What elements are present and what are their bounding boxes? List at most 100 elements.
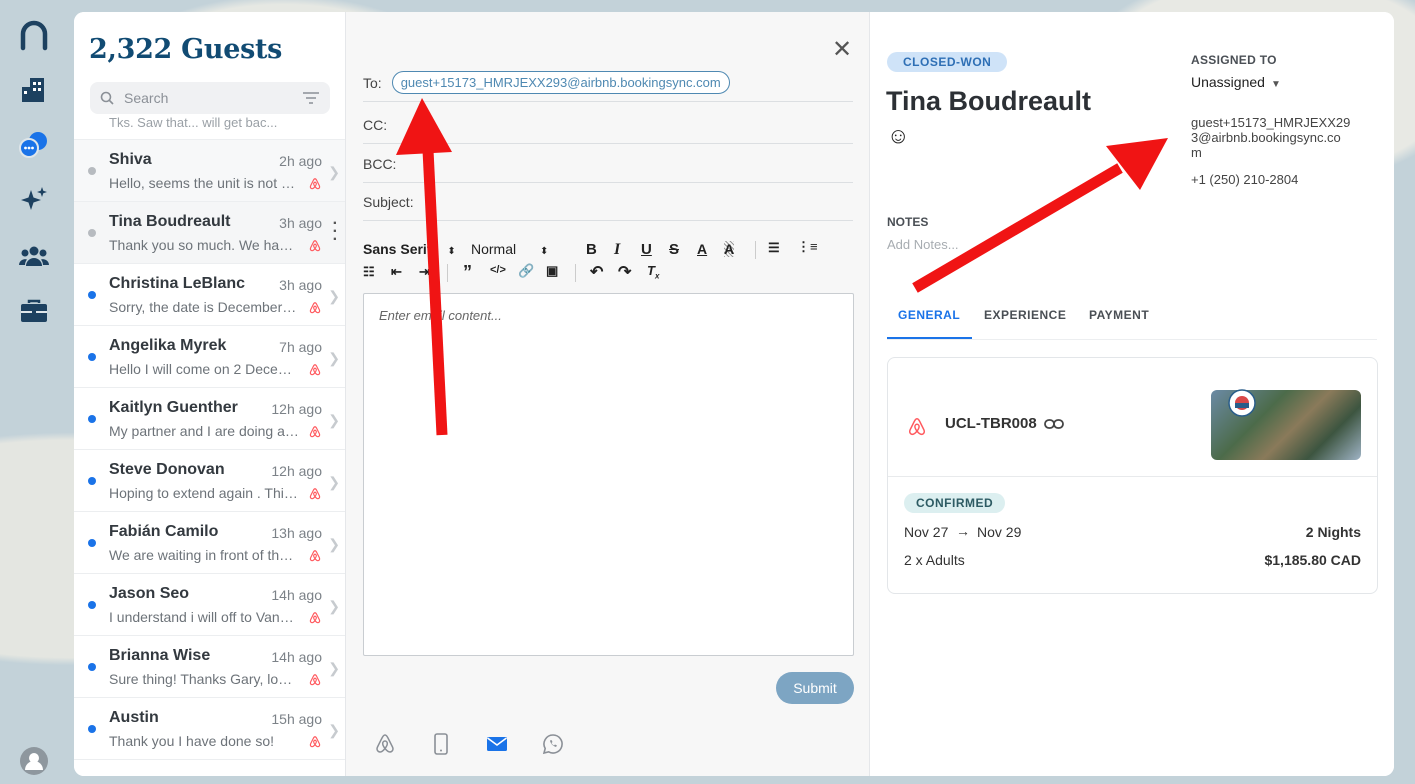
- bcc-field[interactable]: BCC:: [363, 145, 853, 183]
- list-item[interactable]: Austin 15h ago Thank you I have done so! ❯: [74, 698, 345, 760]
- airbnb-icon: [308, 611, 322, 625]
- chevron-right-icon: ❯: [328, 288, 340, 304]
- airbnb-icon: [308, 425, 322, 439]
- guest-name: Steve Donovan: [109, 461, 225, 478]
- message-time: 3h ago: [279, 215, 322, 231]
- cc-field[interactable]: CC:: [363, 106, 853, 144]
- close-icon[interactable]: ✕: [832, 38, 852, 62]
- guest-name: Brianna Wise: [109, 647, 211, 664]
- message-time: 7h ago: [279, 339, 322, 355]
- list-item[interactable]: Shiva 2h ago Hello, seems the unit is not …: [74, 140, 345, 202]
- message-preview: Hello I will come on 2 Dece…: [109, 361, 292, 377]
- font-size-select[interactable]: Normal ⬍: [471, 241, 548, 257]
- guest-phone[interactable]: +1 (250) 210-2804: [1191, 172, 1298, 187]
- indent-icon[interactable]: ⇥: [419, 264, 430, 280]
- status-badge[interactable]: CLOSED-WON: [887, 52, 1008, 72]
- briefcase-icon[interactable]: [16, 293, 52, 329]
- cc-label: CC:: [363, 116, 388, 133]
- message-preview: Hoping to extend again . Thi…: [109, 485, 298, 501]
- list-item[interactable]: Kaitlyn Guenther 12h ago My partner and I …: [74, 388, 345, 450]
- list-item[interactable]: Angelika Myrek 7h ago Hello I will come on…: [74, 326, 345, 388]
- recipient-chip[interactable]: guest+15173_HMRJEXX293@airbnb.bookingsyn…: [391, 71, 730, 94]
- text-color-icon[interactable]: A: [697, 241, 707, 257]
- assignee-select[interactable]: Unassigned ▼: [1191, 74, 1281, 90]
- align-left-icon[interactable]: ☰: [768, 240, 780, 256]
- list-item[interactable]: Tks. Saw that... will get bac...: [74, 110, 345, 140]
- unread-indicator: [88, 291, 96, 299]
- listing-code[interactable]: UCL-TBR008: [945, 415, 1037, 432]
- link-icon[interactable]: [1044, 418, 1064, 430]
- ordered-list-icon[interactable]: ⋮≡: [797, 239, 818, 255]
- unread-indicator: [88, 539, 96, 547]
- messages-icon[interactable]: [16, 128, 52, 164]
- list-item[interactable]: Christina LeBlanc 3h ago Sorry, the date i…: [74, 264, 345, 326]
- chevron-right-icon: ❯: [328, 350, 340, 366]
- guest-count: 2 x Adults: [904, 552, 965, 568]
- logo-icon[interactable]: [16, 18, 52, 54]
- background-color-icon[interactable]: A: [724, 241, 735, 257]
- font-family-select[interactable]: Sans Serif ⬍: [363, 241, 456, 257]
- blockquote-icon[interactable]: ”: [463, 262, 472, 283]
- message-preview: My partner and I are doing a…: [109, 423, 299, 439]
- email-body-editor[interactable]: Enter email content...: [363, 293, 854, 656]
- building-icon[interactable]: [16, 72, 52, 108]
- font-family-value: Sans Serif: [363, 241, 432, 257]
- guest-name: Christina LeBlanc: [109, 275, 246, 292]
- guests-icon[interactable]: [16, 238, 52, 274]
- nights-count: 2 Nights: [1305, 524, 1361, 540]
- airbnb-channel-icon[interactable]: [373, 732, 397, 756]
- message-preview: I understand i will off to Van…: [109, 609, 294, 625]
- list-item[interactable]: Jason Seo 14h ago I understand i will off …: [74, 574, 345, 636]
- strikethrough-icon[interactable]: S: [669, 241, 679, 258]
- whatsapp-channel-icon[interactable]: [541, 732, 565, 756]
- tab-general[interactable]: GENERAL: [898, 308, 960, 322]
- unread-indicator: [88, 601, 96, 609]
- listing-photo: [1211, 389, 1361, 460]
- unread-indicator: [88, 353, 96, 361]
- booking-card[interactable]: UCL-TBR008 CONFIRMED Nov 27 → Nov 29 2 N…: [887, 357, 1378, 594]
- sms-channel-icon[interactable]: [429, 732, 453, 756]
- guest-name: Angelika Myrek: [109, 337, 227, 354]
- subject-field[interactable]: Subject:: [363, 183, 853, 221]
- toolbar-divider: [447, 264, 448, 282]
- filter-icon[interactable]: [302, 91, 320, 105]
- email-channel-icon[interactable]: [485, 732, 509, 756]
- clear-format-icon[interactable]: Tx: [647, 263, 659, 281]
- guest-name: Tina Boudreault: [886, 86, 1092, 116]
- guest-rows: Tks. Saw that... will get bac... Shiva 2h…: [74, 110, 345, 760]
- list-item[interactable]: Brianna Wise 14h ago Sure thing! Thanks Ga…: [74, 636, 345, 698]
- sparkles-icon[interactable]: [16, 182, 52, 218]
- toolbar-divider: [755, 241, 756, 259]
- tab-experience[interactable]: EXPERIENCE: [984, 308, 1066, 322]
- image-icon[interactable]: ▣: [546, 263, 558, 279]
- submit-button[interactable]: Submit: [776, 672, 854, 704]
- arrow-right-icon: →: [956, 523, 970, 539]
- bullet-list-icon[interactable]: ☷: [363, 264, 375, 280]
- airbnb-icon: [308, 363, 322, 377]
- list-item[interactable]: Fabián Camilo 13h ago We are waiting in fr…: [74, 512, 345, 574]
- notes-input[interactable]: Add Notes...: [887, 237, 959, 252]
- guest-name: Fabián Camilo: [109, 523, 219, 540]
- guest-email[interactable]: guest+15173_HMRJEXX293@airbnb.bookingsyn…: [1191, 115, 1351, 160]
- more-options-icon[interactable]: · · ·: [333, 216, 338, 248]
- unread-indicator: [88, 477, 96, 485]
- to-field[interactable]: To: guest+15173_HMRJEXX293@airbnb.bookin…: [363, 64, 853, 102]
- message-preview: Tks. Saw that... will get bac...: [109, 115, 278, 130]
- undo-icon[interactable]: ↶: [590, 262, 603, 282]
- list-item[interactable]: Steve Donovan 12h ago Hoping to extend aga…: [74, 450, 345, 512]
- underline-icon[interactable]: U: [641, 241, 652, 258]
- list-item[interactable]: Tina Boudreault 3h ago Thank you so much. …: [74, 202, 345, 264]
- bold-icon[interactable]: B: [586, 241, 597, 258]
- booking-total: $1,185.80 CAD: [1264, 552, 1361, 568]
- mood-icon[interactable]: ☺: [887, 123, 909, 149]
- link-icon[interactable]: 🔗: [518, 263, 534, 279]
- italic-icon[interactable]: I: [614, 241, 620, 259]
- user-avatar-icon[interactable]: [16, 743, 52, 779]
- code-icon[interactable]: </>: [490, 264, 506, 276]
- tab-payment[interactable]: PAYMENT: [1089, 308, 1149, 322]
- outdent-icon[interactable]: ⇤: [391, 264, 402, 280]
- chevron-right-icon: ❯: [328, 412, 340, 428]
- redo-icon[interactable]: ↷: [618, 262, 631, 282]
- caret-down-icon: ▼: [1270, 79, 1281, 90]
- booking-status-badge: CONFIRMED: [904, 493, 1006, 513]
